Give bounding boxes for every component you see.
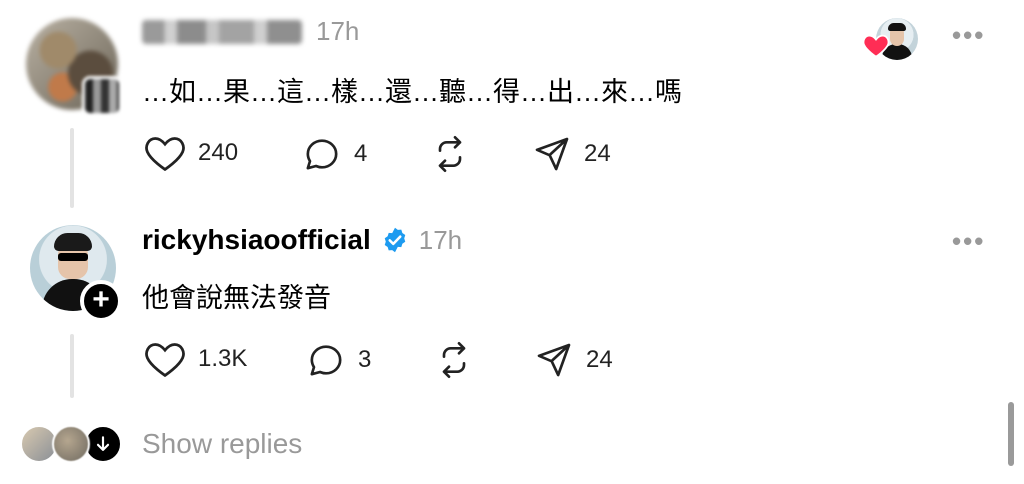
send-icon (537, 343, 571, 377)
scrollbar[interactable] (1008, 402, 1014, 466)
send-icon (535, 137, 569, 171)
share-count: 24 (584, 140, 611, 167)
repost-button[interactable] (430, 134, 470, 174)
like-count: 240 (198, 139, 239, 166)
reply-avatar-2 (52, 425, 90, 463)
comment-text: …如…果…這…樣…還…聽…得…出…來…嗎 (142, 77, 682, 107)
like-button-2[interactable]: 1.3K (144, 340, 247, 378)
show-replies-row[interactable]: Show replies (20, 425, 302, 463)
like-count-2: 1.3K (198, 345, 248, 372)
repost-icon (442, 342, 466, 378)
show-replies-label[interactable]: Show replies (142, 428, 302, 460)
ricky-comment-text: 他會說無法發音 (142, 283, 331, 313)
thread-line (70, 128, 74, 208)
reply-count: 4 (354, 140, 368, 167)
share-count-2: 24 (586, 346, 613, 373)
like-button[interactable]: 240 (144, 134, 238, 172)
repost-button-2[interactable] (434, 340, 474, 380)
reply-button-2[interactable]: 3 (306, 340, 371, 380)
commenter-username-blurred[interactable] (142, 20, 302, 44)
ricky-time: 17h (418, 224, 463, 255)
commenter-avatar-badge (82, 76, 122, 116)
share-button[interactable]: 24 (532, 134, 611, 174)
more-icon[interactable]: ••• (952, 20, 985, 51)
comment-time: 17h (316, 16, 360, 46)
thread-line-2 (70, 334, 74, 398)
ricky-header: rickyhsiaoofficial 17h (142, 224, 462, 256)
reply-count-2: 3 (358, 346, 372, 373)
verified-badge-icon (384, 227, 406, 253)
reply-button[interactable]: 4 (302, 134, 367, 174)
heart-icon (145, 137, 185, 172)
comment-icon (310, 345, 342, 376)
more-icon-2[interactable]: ••• (952, 226, 985, 257)
follow-plus-icon[interactable]: + (80, 280, 122, 322)
repost-icon (438, 136, 462, 173)
share-button-2[interactable]: 24 (534, 340, 613, 380)
heart-icon (145, 343, 185, 378)
author-liked-heart-icon (862, 32, 890, 63)
comment-icon (306, 139, 338, 170)
ricky-username[interactable]: rickyhsiaoofficial (142, 224, 371, 256)
